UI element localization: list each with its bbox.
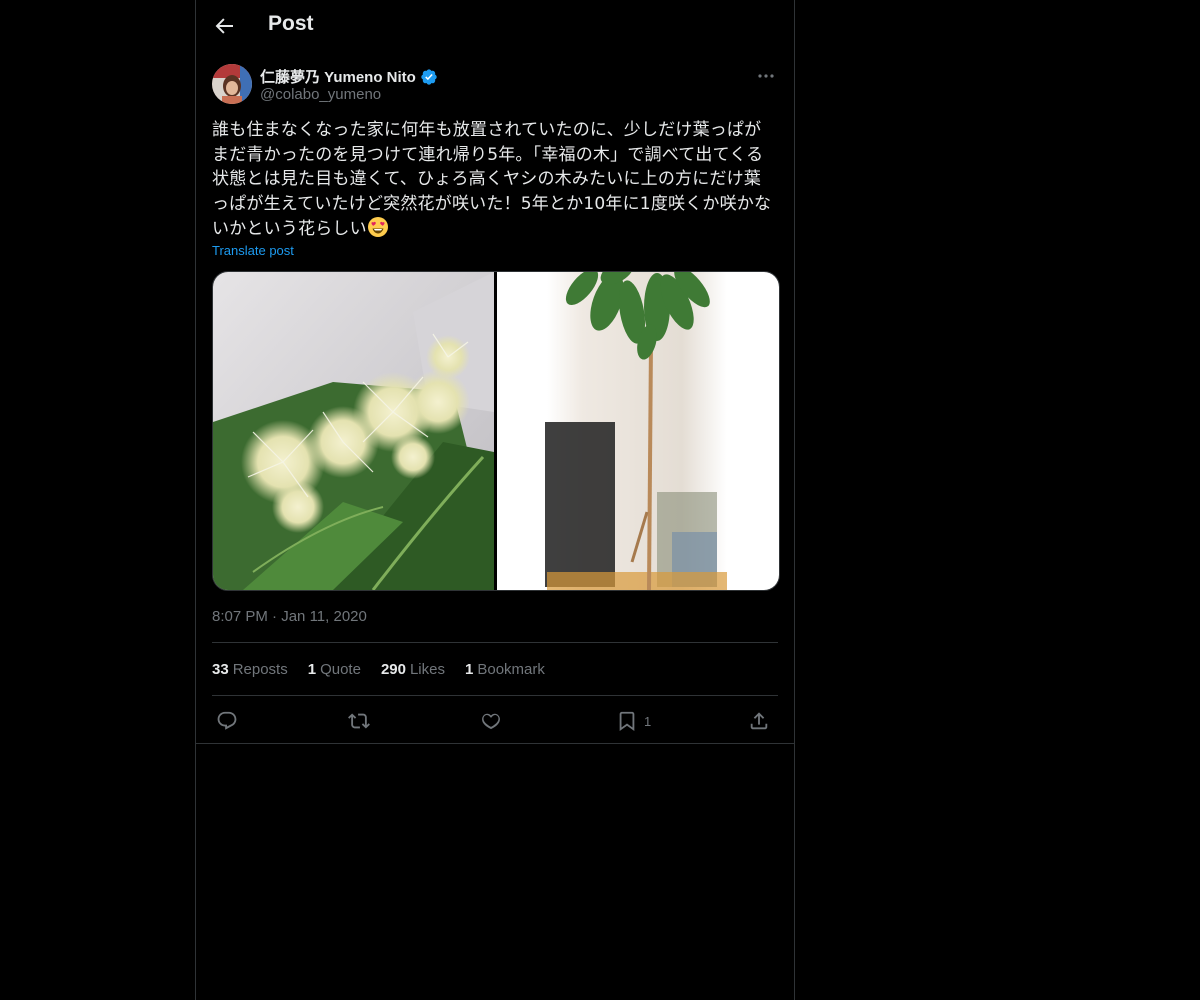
share-icon (750, 712, 768, 730)
reposts-count: 33 (212, 661, 229, 678)
flower-photo-icon (213, 272, 494, 590)
avatar-image (212, 64, 252, 104)
more-options-button[interactable] (754, 66, 778, 86)
heart-icon (482, 713, 500, 730)
post-text: 誰も住まなくなった家に何年も放置されていたのに、少しだけ葉っぱがまだ青かったのを… (212, 118, 778, 246)
timestamp-separator: · (272, 608, 278, 625)
reposts-label: Reposts (232, 661, 288, 678)
post-time-link[interactable]: 8:07 PM (212, 608, 268, 625)
reply-button[interactable] (216, 706, 238, 736)
header: Post (196, 0, 794, 54)
quotes-count: 1 (307, 661, 317, 678)
author-row: 仁藤夢乃 Yumeno Nito @colabo_yumeno (212, 64, 778, 108)
bookmark-count: 1 (644, 713, 652, 729)
bookmarks-label: Bookmark (477, 661, 545, 678)
likes-stat[interactable]: 290 Likes (381, 661, 445, 678)
repost-icon (348, 713, 370, 729)
more-horizontal-icon (758, 74, 774, 78)
bookmarks-stat[interactable]: 1 Bookmark (465, 661, 545, 678)
quotes-stat[interactable]: 1 Quote (308, 661, 361, 678)
tree-photo-icon (497, 272, 779, 590)
page-title: Post (268, 12, 314, 35)
divider-bottom (212, 695, 778, 696)
photo-flowers[interactable] (213, 272, 494, 590)
bookmarks-count: 1 (465, 661, 474, 678)
action-bar: 1 (212, 706, 778, 736)
quotes-label: Quote (320, 661, 361, 678)
translate-post-link[interactable]: Translate post (212, 243, 294, 258)
engagement-stats: 33 Reposts 1 Quote 290 Likes 1 Bookmark (212, 661, 545, 678)
heart-eyes-emoji-icon (367, 216, 389, 246)
post-text-body: 誰も住まなくなった家に何年も放置されていたのに、少しだけ葉っぱがまだ青かったのを… (212, 120, 772, 239)
divider-top (212, 642, 778, 643)
author-name[interactable]: 仁藤夢乃 Yumeno Nito (260, 66, 438, 87)
back-button[interactable] (212, 14, 236, 38)
reposts-stat[interactable]: 33 Reposts (212, 661, 288, 678)
post-timestamp: 8:07 PM · Jan 11, 2020 (212, 608, 367, 625)
arrow-left-icon (215, 18, 233, 34)
post-date-link[interactable]: Jan 11, 2020 (281, 608, 367, 625)
bookmark-button[interactable]: 1 (616, 706, 651, 736)
likes-label: Likes (409, 661, 445, 678)
author-handle[interactable]: @colabo_yumeno (260, 86, 381, 103)
post-column: Post 仁藤夢乃 Yumeno Nito @colabo_yumeno 誰も住… (195, 0, 795, 1000)
verified-badge-icon (421, 68, 437, 85)
repost-button[interactable] (348, 706, 370, 736)
bookmark-icon (619, 711, 635, 732)
reply-icon (217, 711, 237, 730)
avatar[interactable] (212, 64, 252, 104)
like-button[interactable] (480, 706, 502, 736)
likes-count: 290 (380, 661, 406, 678)
share-button[interactable] (748, 706, 770, 736)
media-grid (212, 271, 780, 591)
post-bottom-border (196, 743, 794, 744)
author-name-text: 仁藤夢乃 Yumeno Nito (260, 69, 416, 86)
photo-tree[interactable] (497, 272, 779, 590)
